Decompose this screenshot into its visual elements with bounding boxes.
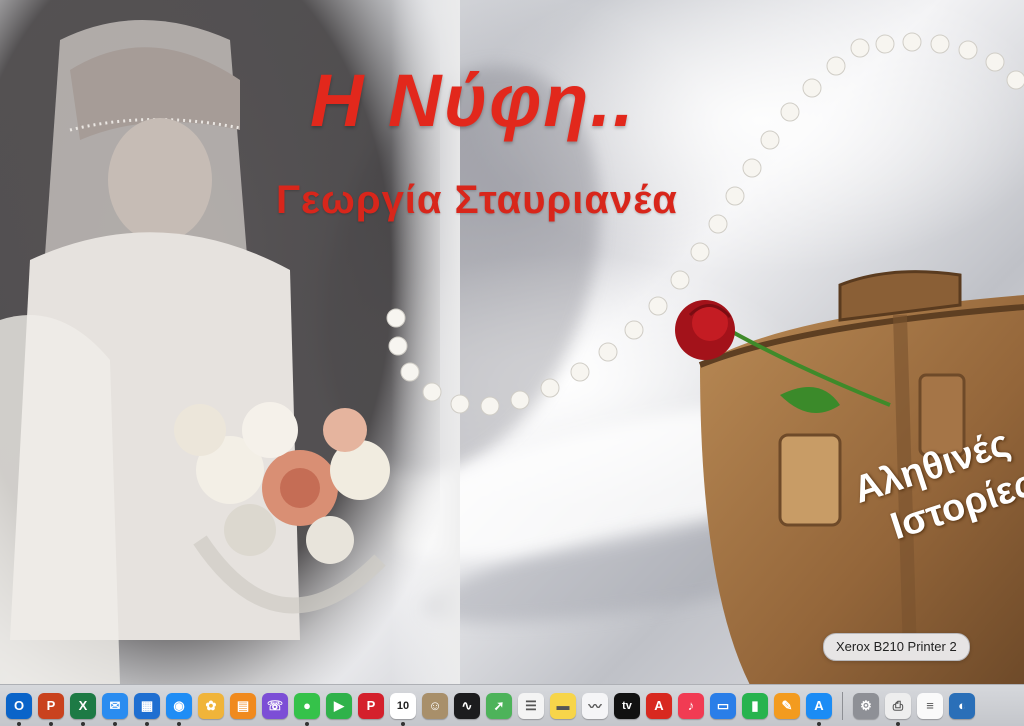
dock-app-messages-icon[interactable]: ● [294, 692, 320, 726]
dock-app-excel-icon[interactable]: X [70, 692, 96, 726]
maps-glyph: ➚ [493, 697, 505, 713]
excel-glyph: X [78, 698, 88, 713]
calendar-glyph: 10 [396, 699, 410, 712]
dock-app-pages-icon[interactable]: ✎ [774, 692, 800, 719]
app-store-glyph: A [814, 698, 824, 713]
messages-glyph: ● [303, 698, 311, 713]
photos-glyph: ✿ [205, 697, 217, 713]
numbers-glyph: ▮ [751, 697, 759, 713]
dock-app-outlook-icon[interactable]: O [6, 692, 32, 726]
dock-app-books-icon[interactable]: ▤ [230, 692, 256, 719]
printer-glyph: ⎙ [892, 697, 904, 713]
adobe-acrobat-glyph: A [654, 698, 664, 713]
dock-app-apple-tv-icon[interactable]: tv [614, 692, 640, 719]
dock-app-notes-icon[interactable]: ▬ [550, 692, 576, 719]
dock-app-outlook-calendar-icon[interactable]: ▦ [134, 692, 160, 726]
dock-app-messenger-icon[interactable]: ◉ [166, 692, 192, 726]
dock-app-contacts-icon[interactable]: ☺ [422, 692, 448, 719]
dock-app-viber-icon[interactable]: ☏ [262, 692, 288, 719]
dock-app-adobe-acrobat-icon[interactable]: A [646, 692, 672, 719]
notes-glyph: ▬ [556, 698, 570, 713]
dock-separator [842, 691, 843, 720]
contacts-glyph: ☺ [428, 698, 442, 713]
outlook-glyph: O [13, 698, 25, 713]
system-settings-glyph: ⚙ [860, 697, 872, 713]
dock-app-numbers-icon[interactable]: ▮ [742, 692, 768, 719]
powerpoint-glyph: P [46, 698, 56, 713]
dock-app-facetime-icon[interactable]: ▶ [326, 692, 352, 719]
outlook-calendar-glyph: ▦ [140, 697, 154, 713]
messenger-glyph: ◉ [173, 697, 185, 713]
dock-app-freeform-icon[interactable]: 〰 [582, 692, 608, 719]
books-glyph: ▤ [236, 697, 250, 713]
dock-app-mail-icon[interactable]: ✉ [102, 692, 128, 726]
dock-app-calendar-icon[interactable]: 10 [390, 692, 416, 726]
mail-glyph: ✉ [109, 697, 121, 713]
dock-app-printer-icon[interactable]: ⎙ [885, 692, 911, 726]
dock-app-powerpoint-icon[interactable]: P [38, 692, 64, 726]
dock-app-music-icon[interactable]: ♪ [678, 692, 704, 719]
dock-app-app-store-icon[interactable]: A [806, 692, 832, 726]
voice-memos-glyph: ∿ [461, 697, 473, 713]
dock-app-voice-memos-icon[interactable]: ∿ [454, 692, 480, 719]
dock-app-reminders-icon[interactable]: ☰ [518, 692, 544, 719]
music-glyph: ♪ [687, 698, 695, 713]
reminders-glyph: ☰ [525, 697, 537, 713]
freeform-glyph: 〰 [588, 699, 602, 714]
facetime-glyph: ▶ [334, 697, 344, 713]
document-glyph: ≡ [926, 698, 934, 713]
author-name: Γεωργία Σταυριανέα [276, 178, 678, 222]
dock-app-finder-window-icon[interactable]: ◐ [949, 692, 975, 719]
dock-app-pinterest-icon[interactable]: P [358, 692, 384, 719]
dock: O P X ✉ ▦ ◉ ✿ ▤ ☏ ● ▶ P 10 ☺ ∿ ➚ ☰ ▬ 〰 tv A ♪ ▭ ▮ ✎ A ⚙ ⎙ ≡ ◐ [0, 684, 1024, 726]
book-title: Η Νύφη.. [310, 59, 636, 142]
apple-tv-glyph: tv [622, 699, 632, 712]
pinterest-glyph: P [366, 698, 376, 713]
dock-tooltip: Xerox B210 Printer 2 [823, 633, 970, 661]
dock-app-document-icon[interactable]: ≡ [917, 692, 943, 719]
finder-window-glyph: ◐ [958, 698, 966, 713]
pages-glyph: ✎ [781, 697, 793, 713]
book-cover: Η Νύφη.. Γεωργία Σταυριανέα Αληθινές Ιστ… [0, 0, 1024, 684]
keynote-glyph: ▭ [716, 697, 730, 713]
viber-glyph: ☏ [266, 697, 284, 713]
dock-app-keynote-icon[interactable]: ▭ [710, 692, 736, 719]
dock-app-system-settings-icon[interactable]: ⚙ [853, 692, 879, 719]
dock-app-photos-icon[interactable]: ✿ [198, 692, 224, 719]
dock-app-maps-icon[interactable]: ➚ [486, 692, 512, 719]
